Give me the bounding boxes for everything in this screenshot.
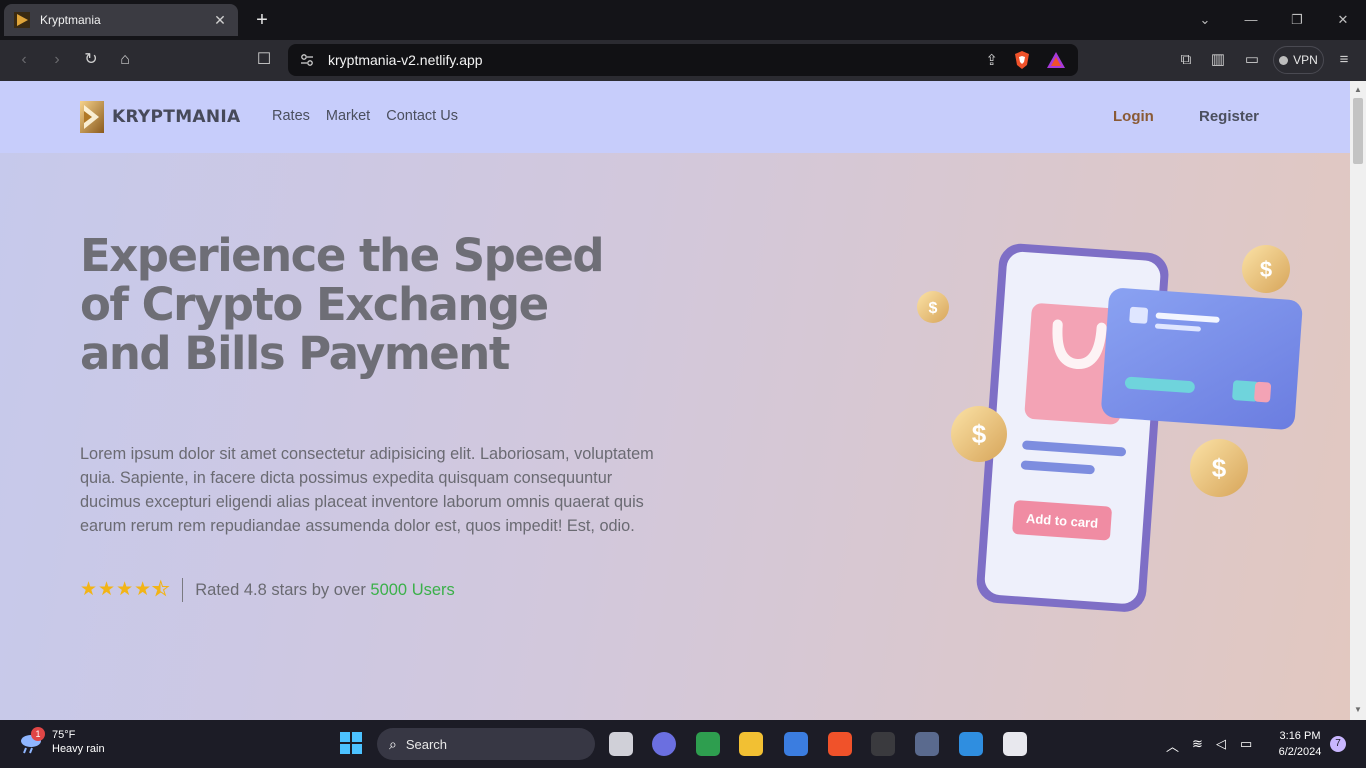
coin-symbol: $ xyxy=(929,300,938,317)
rating-stars: ★ ★ ★ ★ ★ xyxy=(80,579,170,600)
hero-title-line: and Bills Payment xyxy=(80,327,510,380)
brave-browser-icon[interactable] xyxy=(828,732,852,756)
terminal-icon[interactable] xyxy=(871,732,895,756)
hero-title: Experience the Speed of Crypto Exchange … xyxy=(80,231,640,378)
task-view-icon[interactable] xyxy=(609,732,633,756)
rating-divider xyxy=(182,578,184,602)
site-header: KRYPTMANIA Rates Market Contact Us Login… xyxy=(0,81,1350,153)
clock-date: 6/2/2024 xyxy=(1278,746,1322,758)
chat-icon[interactable] xyxy=(652,732,676,756)
close-window-icon[interactable]: ✕ xyxy=(1330,8,1356,32)
extensions-icon[interactable]: ⧉ xyxy=(1176,50,1196,70)
browser-tab[interactable]: Kryptmania ✕ xyxy=(4,4,238,36)
bookmark-icon[interactable]: ☐ xyxy=(252,49,276,71)
scroll-thumb[interactable] xyxy=(1353,98,1363,164)
hero-title-line: of Crypto Exchange xyxy=(80,278,549,331)
home-icon[interactable]: ⌂ xyxy=(113,49,137,71)
weather-widget[interactable]: 1 75°F Heavy rain xyxy=(18,727,105,756)
browser-tab-strip: Kryptmania ✕ + ⌄ — ❐ ✕ xyxy=(0,0,1366,40)
volume-icon[interactable]: ◁ xyxy=(1216,736,1226,752)
clock-time: 3:16 PM xyxy=(1279,730,1321,742)
wifi-icon[interactable]: ≋ xyxy=(1192,736,1203,752)
star-icon: ★ xyxy=(98,579,116,600)
vpn-button[interactable]: VPN xyxy=(1273,46,1324,74)
rain-cloud-icon: 1 xyxy=(18,727,45,755)
kryptmania-logo-icon xyxy=(80,101,104,133)
sidebar-icon[interactable]: ▥ xyxy=(1208,50,1228,70)
site-logo[interactable]: KRYPTMANIA xyxy=(80,101,240,133)
search-icon: ⌕ xyxy=(389,735,397,752)
address-bar[interactable]: kryptmania-v2.netlify.app ⇪ xyxy=(288,44,1078,76)
back-icon[interactable]: ‹ xyxy=(12,49,36,71)
coin-symbol: $ xyxy=(1260,257,1272,282)
login-link[interactable]: Login xyxy=(1113,108,1154,125)
coin-icon: $ xyxy=(1190,439,1248,497)
reload-icon[interactable]: ↻ xyxy=(79,49,103,71)
tab-search-chevron-icon[interactable]: ⌄ xyxy=(1192,8,1218,32)
restore-icon[interactable]: ❐ xyxy=(1284,8,1310,32)
forward-icon[interactable]: › xyxy=(45,49,69,71)
star-icon: ★ xyxy=(116,579,134,600)
tray-overflow-icon[interactable]: ︿ xyxy=(1166,736,1179,755)
nav-contact-us[interactable]: Contact Us xyxy=(386,108,458,124)
coin-icon: $ xyxy=(951,406,1007,462)
menu-icon[interactable]: ≡ xyxy=(1334,50,1354,70)
minimize-icon[interactable]: — xyxy=(1238,8,1264,32)
tab-title: Kryptmania xyxy=(40,13,101,27)
rating-count: 5000 Users xyxy=(370,580,455,599)
hero-title-line: Experience the Speed xyxy=(80,229,605,282)
windows-start-icon[interactable] xyxy=(340,732,362,754)
kryptmania-favicon-icon xyxy=(14,12,30,28)
new-tab-icon[interactable]: + xyxy=(252,8,272,32)
coin-symbol: $ xyxy=(1212,453,1227,483)
site-info-icon[interactable] xyxy=(300,53,314,67)
clock[interactable]: 3:16 PM 6/2/2024 xyxy=(1270,728,1330,760)
page-viewport: KRYPTMANIA Rates Market Contact Us Login… xyxy=(0,81,1350,720)
half-star-icon: ★ xyxy=(152,579,170,600)
url-text: kryptmania-v2.netlify.app xyxy=(328,52,483,68)
notification-badge[interactable]: 7 xyxy=(1330,736,1346,752)
meet-icon[interactable] xyxy=(696,732,720,756)
coin-icon: $ xyxy=(1242,245,1290,293)
brave-shields-icon[interactable] xyxy=(1012,50,1032,70)
taskbar: 1 75°F Heavy rain ⌕ Search ︿ ≋ ◁ ▭ 3:16 … xyxy=(0,720,1366,768)
snipping-tool-icon[interactable] xyxy=(1003,732,1027,756)
file-explorer-icon[interactable] xyxy=(739,732,763,756)
nav-market[interactable]: Market xyxy=(326,108,370,124)
main-nav: Rates Market Contact Us xyxy=(272,108,458,124)
battery-icon[interactable]: ▭ xyxy=(1240,736,1252,752)
star-icon: ★ xyxy=(134,579,152,600)
register-link[interactable]: Register xyxy=(1199,108,1259,125)
vpn-label: VPN xyxy=(1293,53,1318,67)
wallet-icon[interactable]: ▭ xyxy=(1242,50,1262,70)
photos-icon[interactable] xyxy=(959,732,983,756)
browser-toolbar: ‹ › ↻ ⌂ ☐ kryptmania-v2.netlify.app ⇪ ⧉ … xyxy=(0,40,1366,81)
rating-row: ★ ★ ★ ★ ★ Rated 4.8 stars by over 5000 U… xyxy=(80,578,455,602)
close-tab-icon[interactable]: ✕ xyxy=(212,12,228,29)
brave-rewards-icon[interactable] xyxy=(1046,51,1066,69)
share-icon[interactable]: ⇪ xyxy=(985,51,998,69)
rating-text: Rated 4.8 stars by over 5000 Users xyxy=(195,581,455,600)
activity-monitor-icon[interactable] xyxy=(915,732,939,756)
scroll-down-icon[interactable]: ▼ xyxy=(1353,705,1363,717)
store-icon[interactable] xyxy=(784,732,808,756)
weather-desc: Heavy rain xyxy=(52,743,105,755)
nav-rates[interactable]: Rates xyxy=(272,108,310,124)
search-label: Search xyxy=(405,736,448,752)
coin-icon: $ xyxy=(917,291,949,323)
vpn-status-icon xyxy=(1279,55,1289,65)
coin-symbol: $ xyxy=(972,419,987,449)
scroll-up-icon[interactable]: ▲ xyxy=(1353,85,1363,97)
phone-shopping-illustration: $ $ Add to card $ $ xyxy=(917,243,1303,612)
star-icon: ★ xyxy=(80,579,98,600)
taskbar-search[interactable]: ⌕ Search xyxy=(377,728,595,760)
page-scrollbar[interactable]: ▲ ▼ xyxy=(1350,81,1366,720)
logo-text: KRYPTMANIA xyxy=(112,107,241,127)
weather-badge: 1 xyxy=(31,727,45,741)
hero-description: Lorem ipsum dolor sit amet consectetur a… xyxy=(80,445,654,535)
rating-prefix: Rated 4.8 stars by over xyxy=(195,580,371,599)
weather-temp: 75°F xyxy=(52,729,76,741)
